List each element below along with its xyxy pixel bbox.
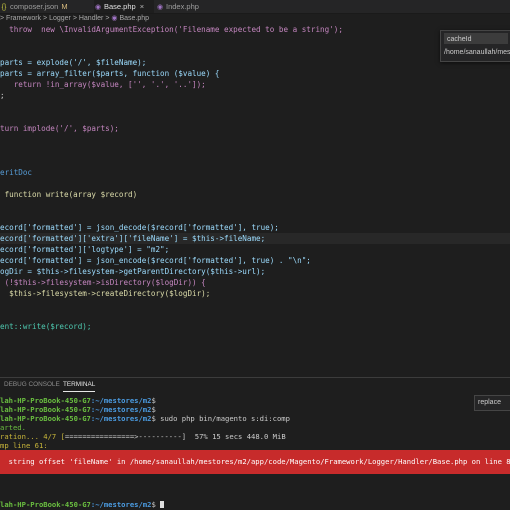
code-line-text: ecord['formatted']['extra']['fileName'] …	[0, 234, 266, 243]
prompt-user: lah-HP-ProBook-450-G7	[0, 414, 91, 423]
code-line: ogDir = $this->filesystem->getParentDire…	[0, 266, 265, 277]
code-line: (!$this->filesystem->isDirectory($logDir…	[0, 277, 206, 288]
find-result-path[interactable]: /home/sanaullah/mestores	[444, 47, 510, 59]
tab-label: Base.php	[104, 2, 136, 11]
code-line: parts = array_filter($parts, function ($…	[0, 68, 219, 79]
find-widget: cacheId /home/sanaullah/mestores	[440, 30, 510, 62]
code-line-text: parts = explode('/', $fileName);	[0, 58, 147, 67]
code-line-text: ecord['formatted'] = json_encode($record…	[0, 256, 311, 265]
terminal-progress-line: ration... 4/7 [================>--------…	[0, 433, 286, 441]
breadcrumb: > Framework > Logger > Handler > ◉ Base.p…	[0, 14, 149, 24]
breadcrumb-separator: >	[43, 15, 48, 22]
php-file-icon: ◉	[156, 4, 164, 11]
tab-label: Index.php	[166, 2, 199, 11]
prompt-suffix: $	[151, 396, 156, 405]
tab-composer-json[interactable]: {} composer.json M	[0, 0, 88, 13]
code-editor[interactable]: throw new \InvalidArgumentException('Fil…	[0, 24, 510, 374]
prompt-suffix: $	[151, 405, 156, 414]
terminal-line: lah-HP-ProBook-450-G7:~/mestores/m2$	[0, 397, 156, 405]
terminal-command: sudo php bin/magento s:di:comp	[155, 414, 290, 423]
code-line-text: function write(array $record)	[0, 190, 138, 199]
code-line: ent::write($record);	[0, 321, 91, 332]
php-file-icon: ◉	[111, 15, 118, 22]
code-line: ecord['formatted'] = json_encode($record…	[0, 255, 311, 266]
terminal-line: lah-HP-ProBook-450-G7:~/mestores/m2$ sud…	[0, 415, 290, 423]
code-line: throw new \InvalidArgumentException('Fil…	[0, 24, 343, 35]
progress-rest: ----------]	[138, 432, 187, 441]
prompt-path: :~/mestores/m2	[90, 396, 152, 405]
json-file-icon: {}	[1, 4, 7, 11]
close-icon[interactable]: ×	[140, 2, 144, 11]
breadcrumb-item[interactable]: Handler	[79, 15, 104, 22]
terminal-cursor	[160, 501, 165, 508]
code-line-text: turn implode('/', $parts);	[0, 124, 119, 133]
code-line: parts = explode('/', $fileName);	[0, 57, 146, 68]
code-line: function write(array $record)	[0, 189, 138, 200]
modified-indicator: M	[61, 2, 68, 11]
progress-bar: ================>	[64, 432, 139, 441]
code-line-text: ecord['formatted']['logtype'] = "m2";	[0, 245, 170, 254]
replace-input[interactable]: replace	[478, 398, 510, 408]
code-line-text: parts = array_filter($parts, function ($…	[0, 69, 220, 78]
prompt-user: lah-HP-ProBook-450-G7	[0, 405, 91, 414]
breadcrumb-item[interactable]: Logger	[49, 15, 71, 22]
breadcrumb-file[interactable]: Base.php	[119, 15, 149, 22]
prompt-user: lah-HP-ProBook-450-G7	[0, 396, 91, 405]
breadcrumb-separator: >	[0, 15, 5, 22]
code-line: turn implode('/', $parts);	[0, 123, 119, 134]
code-line: ecord['formatted']['logtype'] = "m2";	[0, 244, 169, 255]
find-input[interactable]: cacheId	[444, 33, 508, 44]
replace-widget: replace	[474, 395, 510, 411]
progress-time: 15 secs	[212, 432, 243, 441]
php-file-icon: ◉	[94, 4, 102, 11]
terminal-error-block: string offset 'fileName' in /home/sanaul…	[0, 450, 510, 474]
prompt-path: :~/mestores/m2	[90, 414, 152, 423]
tab-index-php[interactable]: ◉ Index.php	[156, 0, 216, 13]
editor-tab-bar: {} composer.json M ◉ Base.php × ◉ Index.php	[0, 0, 510, 14]
code-line: eritDoc	[0, 167, 32, 178]
code-line: $this->filesystem->createDirectory($logD…	[0, 288, 210, 299]
progress-percent: 57%	[194, 432, 208, 441]
code-line-text: ogDir = $this->filesystem->getParentDire…	[0, 267, 266, 276]
tab-terminal[interactable]: TERMINAL	[63, 378, 96, 392]
code-line: ecord['formatted'] = json_decode($record…	[0, 222, 279, 233]
tab-debug-console[interactable]: DEBUG CONSOLE	[4, 378, 60, 391]
code-line-text: eritDoc	[0, 168, 33, 177]
code-line-text: throw new \InvalidArgumentException('Fil…	[0, 25, 343, 34]
terminal-line: lah-HP-ProBook-450-G7:~/mestores/m2$	[0, 500, 165, 509]
terminal-line: mp line 61:	[0, 441, 48, 450]
progress-prefix: ration... 4/7 [	[0, 432, 65, 441]
code-line-text: (!$this->filesystem->isDirectory($logDir…	[0, 278, 206, 287]
code-line: ;	[0, 90, 5, 101]
code-line-text: ;	[0, 91, 5, 100]
terminal-line: arted.	[0, 423, 26, 432]
breadcrumb-separator: >	[105, 15, 110, 22]
prompt-user: lah-HP-ProBook-450-G7	[0, 500, 91, 509]
code-line: return !in_array($value, ['', '.', '..']…	[0, 79, 206, 90]
prompt-path: :~/mestores/m2	[90, 405, 152, 414]
code-line-current: ecord['formatted']['extra']['fileName'] …	[0, 233, 510, 244]
code-line-text: ecord['formatted'] = json_decode($record…	[0, 223, 279, 232]
terminal-line: lah-HP-ProBook-450-G7:~/mestores/m2$	[0, 406, 156, 414]
tab-base-php[interactable]: ◉ Base.php ×	[94, 0, 154, 13]
code-line-text: ent::write($record);	[0, 322, 92, 331]
breadcrumb-separator: >	[72, 15, 77, 22]
panel-tab-bar: DEBUG CONSOLE TERMINAL	[0, 377, 510, 392]
tab-label: composer.json	[10, 2, 59, 11]
code-line-text: $this->filesystem->createDirectory($logD…	[0, 289, 211, 298]
code-line-text: return !in_array($value, ['', '.', '..']…	[0, 80, 206, 89]
breadcrumb-item[interactable]: Framework	[6, 15, 41, 22]
prompt-path: :~/mestores/m2	[90, 500, 152, 509]
error-message: string offset 'fileName' in /home/sanaul…	[0, 457, 510, 466]
progress-memory: 448.0 MiB	[246, 432, 286, 441]
